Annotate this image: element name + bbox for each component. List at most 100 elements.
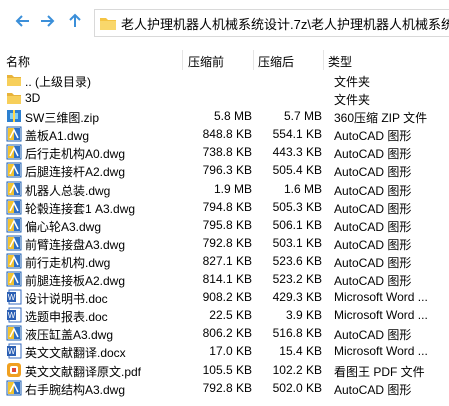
file-name: SW三维图.zip <box>25 111 100 126</box>
file-original-size: 5.7 MB <box>283 109 322 124</box>
file-name: 后腿连接杆A2.dwg <box>25 165 126 180</box>
dwg-icon <box>6 217 22 233</box>
forward-arrow-icon[interactable] <box>38 12 56 30</box>
word-icon: W <box>6 343 22 359</box>
file-row[interactable]: 前臂连接盘A3.dwg 792.8 KB 503.1 KB AutoCAD 图形 <box>0 234 449 252</box>
up-arrow-icon[interactable] <box>66 12 84 30</box>
file-original-size: 443.3 KB <box>272 145 322 160</box>
file-row[interactable]: 偏心轮A3.dwg 795.8 KB 506.1 KB AutoCAD 图形 <box>0 216 449 234</box>
file-type: AutoCAD 图形 <box>334 255 412 270</box>
file-name: .. (上级目录) <box>25 75 91 89</box>
file-compressed-size: 22.5 KB <box>209 308 252 323</box>
file-name: 选题申报表.doc <box>25 310 108 325</box>
file-name: 盖板A1.dwg <box>25 129 90 144</box>
path-bar[interactable]: 老人护理机器人机械系统设计.7z\老人护理机器人机械系统设计 <box>94 9 449 37</box>
folder-icon <box>6 90 22 106</box>
dwg-icon <box>6 235 22 251</box>
file-row[interactable]: .. (上级目录) 文件夹 <box>0 71 449 89</box>
file-name: 前腿连接板A2.dwg <box>25 274 126 289</box>
word-icon: W <box>6 307 22 323</box>
dwg-icon <box>6 199 22 215</box>
path-text: 老人护理机器人机械系统设计.7z\老人护理机器人机械系统设计 <box>121 16 449 32</box>
file-compressed-size: 105.5 KB <box>202 362 252 377</box>
file-compressed-size: 827.1 KB <box>202 253 252 268</box>
dwg-icon <box>6 253 22 269</box>
file-name: 3D <box>25 91 41 106</box>
file-type: 360压缩 ZIP 文件 <box>334 111 428 126</box>
file-original-size: 102.2 KB <box>272 362 322 377</box>
file-row[interactable]: W 设计说明书.doc 908.2 KB 429.3 KB Microsoft Word… <box>0 288 449 306</box>
file-original-size: 429.3 KB <box>272 290 322 305</box>
column-original[interactable]: 压缩后 <box>258 53 294 70</box>
file-type: 文件夹 <box>334 93 371 108</box>
toolbar: 老人护理机器人机械系统设计.7z\老人护理机器人机械系统设计 <box>0 0 449 44</box>
file-row[interactable]: W 英文文献翻译.docx 17.0 KB 15.4 KB Microsoft Word… <box>0 342 449 360</box>
file-original-size: 503.1 KB <box>272 235 322 250</box>
file-row[interactable]: 轮毂连接套1 A3.dwg 794.8 KB 505.3 KB AutoCAD 图形 <box>0 198 449 216</box>
file-type: AutoCAD 图形 <box>334 147 412 162</box>
column-type[interactable]: 类型 <box>328 53 352 70</box>
dwg-icon <box>6 380 22 396</box>
file-compressed-size: 792.8 KB <box>202 235 252 250</box>
file-name: 轮毂连接套1 A3.dwg <box>25 201 136 216</box>
folder-icon <box>6 72 22 88</box>
dwg-icon <box>6 126 22 142</box>
file-original-size: 506.1 KB <box>272 217 322 232</box>
file-name: 前臂连接盘A3.dwg <box>25 237 126 252</box>
file-type: AutoCAD 图形 <box>334 219 412 234</box>
file-row[interactable]: 右手腕结构A3.dwg 792.8 KB 502.0 KB AutoCAD 图形 <box>0 379 449 397</box>
file-list: .. (上级目录) 文件夹 3D 文件夹 SW三维图.zip 5.8 MB 5.7 MB 36… <box>0 71 449 397</box>
column-compressed[interactable]: 压缩前 <box>188 53 224 70</box>
file-type: Microsoft Word ... <box>334 344 428 359</box>
dwg-icon <box>6 144 22 160</box>
file-name: 设计说明书.doc <box>25 292 108 307</box>
dwg-icon <box>6 271 22 287</box>
dwg-icon <box>6 181 22 197</box>
file-type: AutoCAD 图形 <box>334 382 412 397</box>
file-row[interactable]: 后行走机构A0.dwg 738.8 KB 443.3 KB AutoCAD 图形 <box>0 143 449 161</box>
file-original-size: 516.8 KB <box>272 326 322 341</box>
file-original-size: 15.4 KB <box>279 344 322 359</box>
file-compressed-size: 792.8 KB <box>202 380 252 395</box>
file-type: AutoCAD 图形 <box>334 328 412 343</box>
column-header: 名称 压缩前 压缩后 类型 <box>0 50 449 70</box>
file-type: 文件夹 <box>334 75 371 89</box>
file-original-size: 523.6 KB <box>272 253 322 268</box>
file-row[interactable]: 液压缸盖A3.dwg 806.2 KB 516.8 KB AutoCAD 图形 <box>0 324 449 342</box>
file-row[interactable]: SW三维图.zip 5.8 MB 5.7 MB 360压缩 ZIP 文件 <box>0 107 449 125</box>
file-name: 偏心轮A3.dwg <box>25 219 102 234</box>
back-arrow-icon[interactable] <box>14 12 32 30</box>
svg-text:W: W <box>8 311 16 320</box>
file-compressed-size: 908.2 KB <box>202 290 252 305</box>
file-row[interactable]: 机器人总装.dwg 1.9 MB 1.6 MB AutoCAD 图形 <box>0 180 449 198</box>
file-row[interactable]: 英文文献翻译原文.pdf 105.5 KB 102.2 KB 看图王 PDF 文件 <box>0 361 449 379</box>
file-name: 右手腕结构A3.dwg <box>25 382 126 397</box>
file-row[interactable]: W 选题申报表.doc 22.5 KB 3.9 KB Microsoft Word ..… <box>0 306 449 324</box>
file-row[interactable]: 后腿连接杆A2.dwg 796.3 KB 505.4 KB AutoCAD 图形 <box>0 161 449 179</box>
file-type: AutoCAD 图形 <box>334 274 412 289</box>
file-name: 英文文献翻译原文.pdf <box>25 364 142 379</box>
file-type: AutoCAD 图形 <box>334 129 412 144</box>
file-type: AutoCAD 图形 <box>334 165 412 180</box>
dwg-icon <box>6 162 22 178</box>
file-type: AutoCAD 图形 <box>334 201 412 216</box>
pdf-icon <box>6 362 22 378</box>
file-row[interactable]: 前腿连接板A2.dwg 814.1 KB 523.2 KB AutoCAD 图形 <box>0 270 449 288</box>
file-original-size: 554.1 KB <box>272 127 322 142</box>
file-type: 看图王 PDF 文件 <box>334 364 425 379</box>
file-type: Microsoft Word ... <box>334 290 428 305</box>
file-compressed-size: 1.9 MB <box>213 181 252 196</box>
column-name[interactable]: 名称 <box>6 53 30 70</box>
file-original-size: 523.2 KB <box>272 272 322 287</box>
file-type: AutoCAD 图形 <box>334 183 412 198</box>
file-row[interactable]: 3D 文件夹 <box>0 89 449 107</box>
dwg-icon <box>6 325 22 341</box>
file-name: 前行走机构.dwg <box>25 255 111 270</box>
file-row[interactable]: 盖板A1.dwg 848.8 KB 554.1 KB AutoCAD 图形 <box>0 125 449 143</box>
file-type: AutoCAD 图形 <box>334 237 412 252</box>
file-compressed-size: 795.8 KB <box>202 217 252 232</box>
file-original-size: 502.0 KB <box>272 380 322 395</box>
file-row[interactable]: 前行走机构.dwg 827.1 KB 523.6 KB AutoCAD 图形 <box>0 252 449 270</box>
file-name: 机器人总装.dwg <box>25 183 111 198</box>
svg-text:W: W <box>8 293 16 302</box>
